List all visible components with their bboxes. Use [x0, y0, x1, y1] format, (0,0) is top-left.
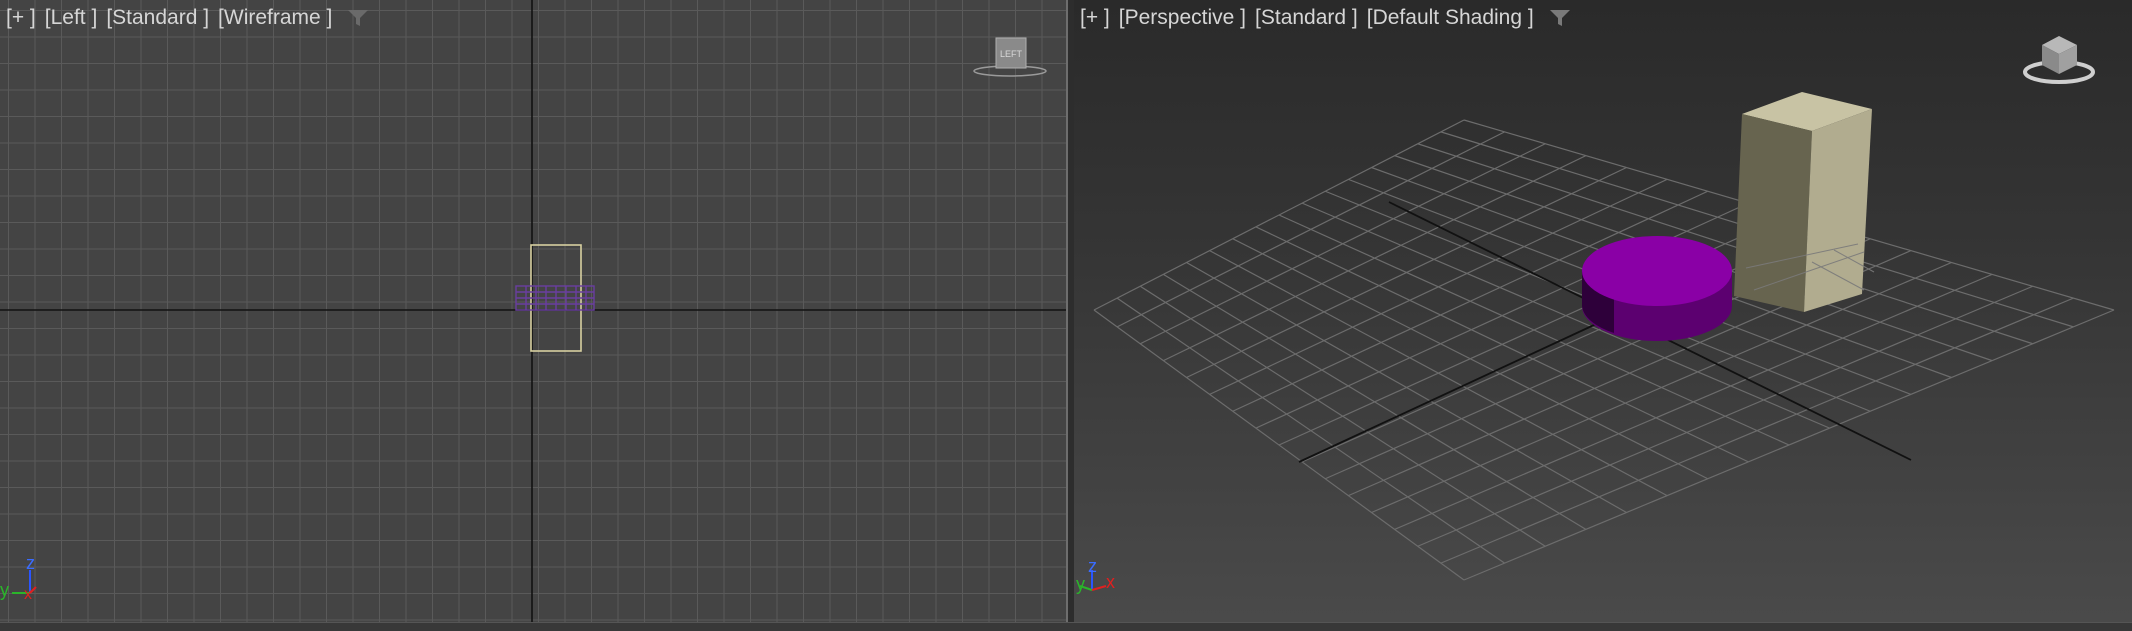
box-object[interactable] — [1734, 92, 1875, 312]
left-viewport-canvas: LEFT z y x — [0, 0, 1066, 622]
home-grid — [1093, 119, 2115, 581]
svg-text:x: x — [1106, 572, 1115, 592]
svg-text:x: x — [24, 586, 32, 603]
perspective-viewport-canvas: z y x — [1076, 36, 2115, 594]
viewcube[interactable]: LEFT — [973, 37, 1047, 77]
svg-text:z: z — [1088, 556, 1097, 576]
cylinder-wireframe — [515, 285, 595, 311]
svg-text:y: y — [0, 580, 9, 600]
perspective-viewport[interactable]: [+ ] [Perspective ] [Standard ] [Default… — [1074, 0, 2132, 622]
viewcube[interactable] — [2023, 36, 2095, 84]
cylinder-object[interactable] — [1582, 236, 1732, 341]
axis-tripod: z y x — [1076, 556, 1115, 594]
axis-tripod: z y x — [0, 553, 37, 603]
svg-text:y: y — [1076, 574, 1085, 594]
svg-text:z: z — [26, 553, 35, 573]
left-viewport[interactable]: [+ ] [Left ] [Standard ] [Wireframe ] LE… — [0, 0, 1068, 622]
viewcube-label: LEFT — [1000, 49, 1023, 59]
